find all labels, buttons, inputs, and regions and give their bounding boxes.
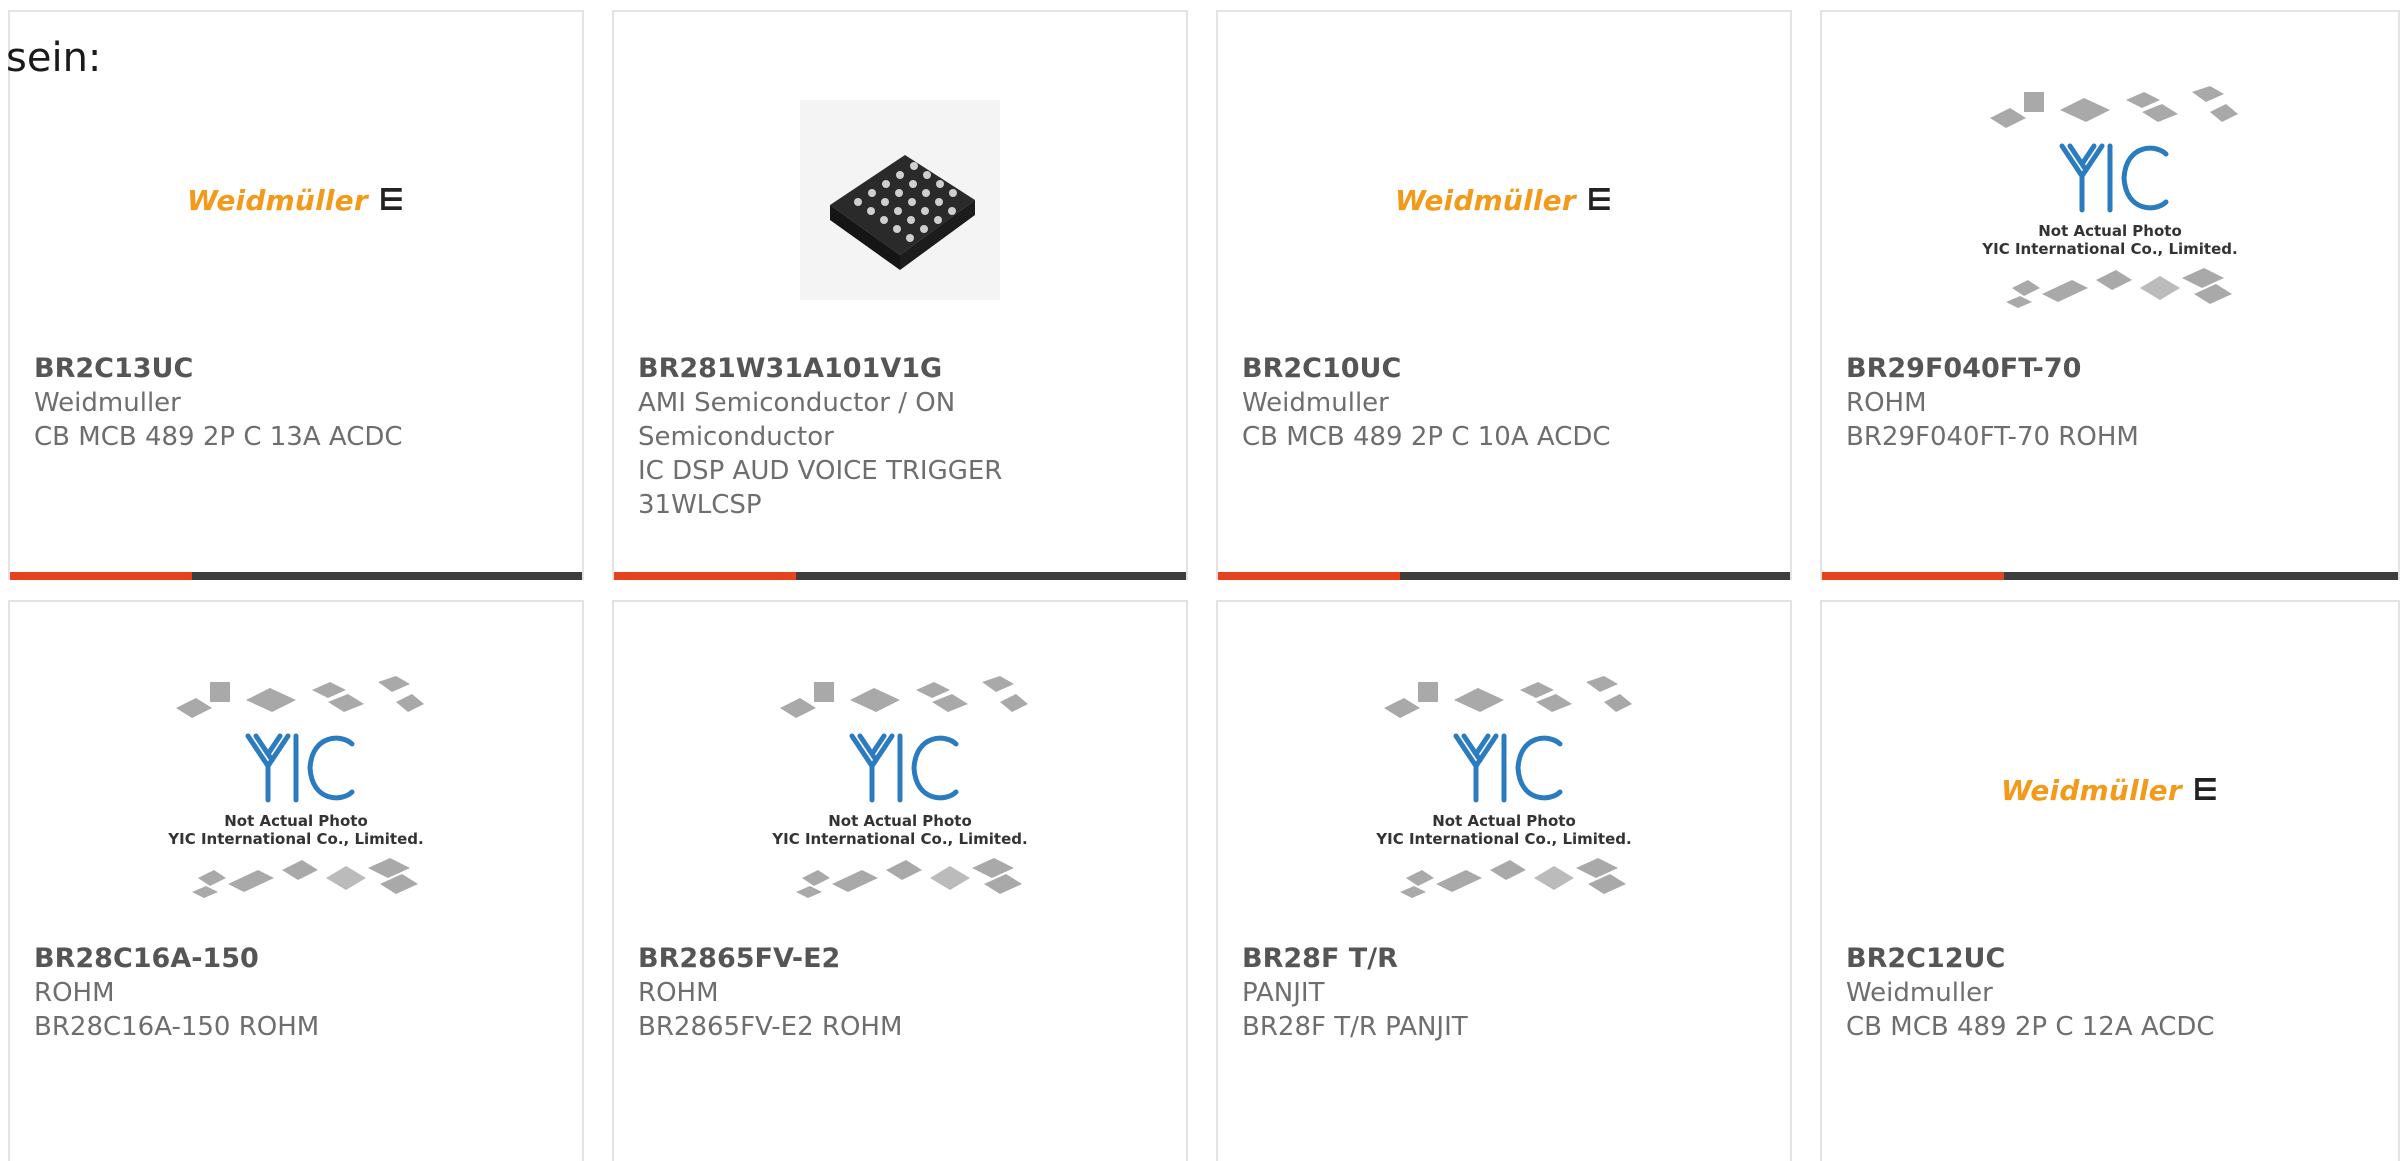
part-number[interactable]: BR2865FV-E2: [638, 942, 1162, 976]
card-bottom-bar: [1218, 572, 1790, 580]
description: CB MCB 489 2P C 10A ACDC: [1242, 422, 1611, 452]
description: BR2865FV-E2 ROHM: [638, 1012, 903, 1042]
weidmuller-logo-symbol-icon: ⋿: [2191, 772, 2219, 808]
manufacturer: Weidmuller: [34, 388, 181, 418]
description: BR28F T/R PANJIT: [1242, 1012, 1468, 1042]
description: BR29F040FT-70 ROHM: [1846, 422, 2139, 452]
part-number[interactable]: BR2C10UC: [1242, 352, 1766, 386]
manufacturer: ROHM: [638, 978, 719, 1008]
description: IC DSP AUD VOICE TRIGGER 31WLCSP: [638, 456, 1003, 520]
product-card[interactable]: Weidmüller ⋿ BR2C12UC Weidmuller CB MCB …: [1820, 600, 2400, 1161]
svg-text:Not Actual Photo: Not Actual Photo: [828, 812, 972, 830]
product-info: BR2865FV-E2 ROHM BR2865FV-E2 ROHM: [638, 942, 1162, 1044]
yic-placeholder-image: Not Actual Photo YIC International Co., …: [1364, 670, 1644, 910]
manufacturer: PANJIT: [1242, 978, 1325, 1008]
description: CB MCB 489 2P C 13A ACDC: [34, 422, 403, 452]
product-card[interactable]: Weidmüller ⋿ BR2C10UC Weidmuller CB MCB …: [1216, 10, 1792, 580]
svg-text:YIC International Co., Limited: YIC International Co., Limited.: [167, 830, 423, 848]
product-info: BR2C13UC Weidmuller CB MCB 489 2P C 13A …: [34, 352, 558, 454]
manufacturer: Weidmuller: [1242, 388, 1389, 418]
part-number[interactable]: BR28C16A-150: [34, 942, 558, 976]
svg-text:Not Actual Photo: Not Actual Photo: [2038, 222, 2182, 240]
card-bottom-bar: [10, 572, 582, 580]
product-image[interactable]: Weidmüller ⋿: [1822, 670, 2398, 910]
svg-text:Not Actual Photo: Not Actual Photo: [224, 812, 368, 830]
part-number[interactable]: BR281W31A101V1G: [638, 352, 1162, 386]
product-info: BR2C10UC Weidmuller CB MCB 489 2P C 10A …: [1242, 352, 1766, 454]
product-image[interactable]: Weidmüller ⋿: [1218, 80, 1790, 320]
product-info: BR28F T/R PANJIT BR28F T/R PANJIT: [1242, 942, 1766, 1044]
svg-text:YIC International Co., Limited: YIC International Co., Limited.: [771, 830, 1027, 848]
stray-text: sein:: [6, 35, 102, 81]
product-card[interactable]: Not Actual Photo YIC International Co., …: [612, 600, 1188, 1161]
weidmuller-logo: Weidmüller ⋿: [1395, 183, 1613, 218]
bga-chip-photo: [800, 100, 1000, 300]
weidmuller-logo: Weidmüller ⋿: [187, 183, 405, 218]
weidmuller-logo-text: Weidmüller: [187, 183, 368, 217]
weidmuller-logo-text: Weidmüller: [2001, 773, 2182, 807]
page: sein: Weidmüller ⋿ BR2C13UC Weidmuller C…: [0, 0, 2400, 1161]
card-bar-accent: [1822, 572, 2004, 580]
weidmuller-logo-symbol-icon: ⋿: [1585, 182, 1613, 218]
description: CB MCB 489 2P C 12A ACDC: [1846, 1012, 2215, 1042]
manufacturer: ROHM: [34, 978, 115, 1008]
weidmuller-logo: Weidmüller ⋿: [2001, 773, 2219, 808]
product-image[interactable]: Not Actual Photo YIC International Co., …: [1822, 80, 2398, 320]
product-card[interactable]: Not Actual Photo YIC International Co., …: [1820, 10, 2400, 580]
product-image[interactable]: Not Actual Photo YIC International Co., …: [614, 670, 1186, 910]
card-bar-accent: [10, 572, 192, 580]
part-number[interactable]: BR2C13UC: [34, 352, 558, 386]
manufacturer: Weidmuller: [1846, 978, 1993, 1008]
weidmuller-logo-symbol-icon: ⋿: [377, 182, 405, 218]
part-number[interactable]: BR28F T/R: [1242, 942, 1766, 976]
yic-placeholder-image: Not Actual Photo YIC International Co., …: [156, 670, 436, 910]
part-number[interactable]: BR29F040FT-70: [1846, 352, 2374, 386]
product-image[interactable]: Weidmüller ⋿: [10, 80, 582, 320]
manufacturer: ROHM: [1846, 388, 1927, 418]
yic-placeholder-image: Not Actual Photo YIC International Co., …: [760, 670, 1040, 910]
yic-placeholder-image: Not Actual Photo YIC International Co., …: [1970, 80, 2250, 320]
card-bar-accent: [1218, 572, 1400, 580]
product-image[interactable]: Not Actual Photo YIC International Co., …: [10, 670, 582, 910]
product-card[interactable]: Not Actual Photo YIC International Co., …: [1216, 600, 1792, 1161]
svg-text:Not Actual Photo: Not Actual Photo: [1432, 812, 1576, 830]
product-card[interactable]: BR281W31A101V1G AMI Semiconductor / ON S…: [612, 10, 1188, 580]
card-bar-accent: [614, 572, 796, 580]
card-bottom-bar: [614, 572, 1186, 580]
product-image[interactable]: Not Actual Photo YIC International Co., …: [1218, 670, 1790, 910]
weidmuller-logo-text: Weidmüller: [1395, 183, 1576, 217]
product-info: BR28C16A-150 ROHM BR28C16A-150 ROHM: [34, 942, 558, 1044]
product-card[interactable]: Weidmüller ⋿ BR2C13UC Weidmuller CB MCB …: [8, 10, 584, 580]
product-info: BR29F040FT-70 ROHM BR29F040FT-70 ROHM: [1846, 352, 2374, 454]
manufacturer: AMI Semiconductor / ON Semiconductor: [638, 388, 956, 452]
svg-text:YIC International Co., Limited: YIC International Co., Limited.: [1981, 240, 2237, 258]
description: BR28C16A-150 ROHM: [34, 1012, 320, 1042]
part-number[interactable]: BR2C12UC: [1846, 942, 2374, 976]
product-info: BR281W31A101V1G AMI Semiconductor / ON S…: [638, 352, 1162, 522]
product-card[interactable]: Not Actual Photo YIC International Co., …: [8, 600, 584, 1161]
product-image[interactable]: [614, 80, 1186, 320]
product-info: BR2C12UC Weidmuller CB MCB 489 2P C 12A …: [1846, 942, 2374, 1044]
card-bottom-bar: [1822, 572, 2398, 580]
svg-text:YIC International Co., Limited: YIC International Co., Limited.: [1375, 830, 1631, 848]
